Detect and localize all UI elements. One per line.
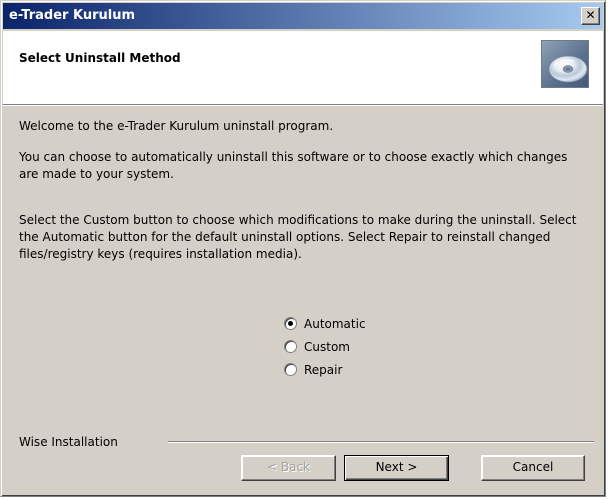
close-button[interactable]: ✕ bbox=[581, 7, 600, 25]
next-button[interactable]: Next > bbox=[344, 455, 449, 481]
page-title: Select Uninstall Method bbox=[19, 51, 181, 65]
instructions-text: Select the Custom button to choose which… bbox=[19, 213, 577, 261]
radio-automatic[interactable] bbox=[284, 317, 297, 330]
option-repair-label: Repair bbox=[304, 362, 343, 377]
back-button[interactable]: < Back bbox=[241, 455, 336, 481]
radio-repair[interactable] bbox=[284, 363, 297, 376]
title-bar[interactable]: e-Trader Kurulum ✕ bbox=[3, 3, 603, 29]
option-repair[interactable]: Repair bbox=[284, 358, 366, 381]
intro-text: You can choose to automatically uninstal… bbox=[19, 150, 568, 181]
footer-divider bbox=[168, 441, 594, 443]
option-automatic-label: Automatic bbox=[304, 316, 366, 331]
brand-label: Wise Installation bbox=[19, 435, 118, 449]
cancel-button[interactable]: Cancel bbox=[481, 455, 585, 481]
option-custom-label: Custom bbox=[304, 339, 350, 354]
close-icon: ✕ bbox=[585, 8, 596, 22]
cd-icon bbox=[541, 40, 589, 88]
option-custom[interactable]: Custom bbox=[284, 335, 366, 358]
welcome-text: Welcome to the e-Trader Kurulum uninstal… bbox=[19, 119, 334, 133]
window-title: e-Trader Kurulum bbox=[9, 8, 136, 23]
option-automatic[interactable]: Automatic bbox=[284, 312, 366, 335]
wizard-header: Select Uninstall Method bbox=[3, 31, 603, 106]
uninstall-dialog: e-Trader Kurulum ✕ Select Uninstall Meth… bbox=[0, 0, 606, 497]
radio-custom[interactable] bbox=[284, 340, 297, 353]
uninstall-method-group: Automatic Custom Repair bbox=[284, 312, 366, 381]
